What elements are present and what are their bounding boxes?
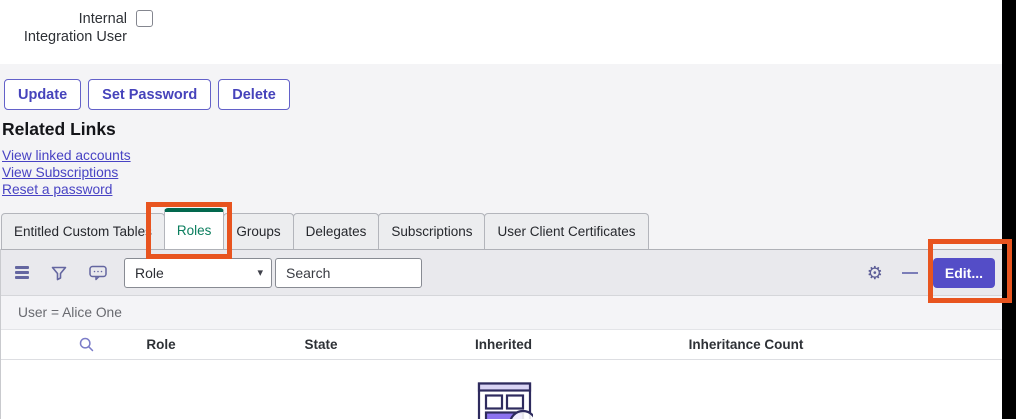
view-linked-accounts-link[interactable]: View linked accounts (2, 148, 131, 165)
search-column-select[interactable]: Role ▾ (124, 258, 272, 288)
list-empty-area (1, 360, 1002, 418)
breadcrumb-text: User = Alice One (18, 305, 122, 320)
no-records-illustration-icon (477, 382, 533, 419)
tab-entitled-custom-tables[interactable]: Entitled Custom Tables (1, 213, 165, 249)
column-header-state[interactable]: State (211, 337, 431, 352)
internal-integration-user-label: Internal Integration User (0, 10, 127, 46)
list-filter-breadcrumb[interactable]: User = Alice One (1, 296, 1002, 330)
search-column-value: Role (135, 265, 164, 281)
search-input[interactable] (275, 258, 422, 288)
internal-integration-user-checkbox[interactable] (136, 10, 153, 27)
minus-icon[interactable] (902, 272, 918, 274)
field-label-line1: Internal (79, 11, 127, 27)
view-subscriptions-link[interactable]: View Subscriptions (2, 165, 131, 182)
filter-icon[interactable] (51, 265, 67, 281)
column-search-icon[interactable] (61, 337, 111, 352)
reset-a-password-link[interactable]: Reset a password (2, 182, 131, 199)
column-header-role[interactable]: Role (111, 337, 211, 352)
form-action-buttons: Update Set Password Delete (4, 79, 290, 110)
list-header-row: Role State Inherited Inheritance Count (1, 330, 1002, 360)
delete-button[interactable]: Delete (218, 79, 290, 110)
tab-subscriptions[interactable]: Subscriptions (378, 213, 485, 249)
annotation-box-roles-tab (146, 202, 232, 259)
annotation-box-edit-button (928, 239, 1012, 303)
related-list-tabs: Entitled Custom Tables Roles Groups Dele… (2, 208, 649, 249)
chat-icon[interactable] (89, 265, 108, 281)
roles-list: Role ▾ ⚙ Edit... User = Alice One Role (0, 249, 1002, 419)
field-label-line2: Integration User (24, 29, 127, 45)
gear-icon[interactable]: ⚙ (867, 264, 883, 282)
set-password-button[interactable]: Set Password (88, 79, 211, 110)
related-links-list: View linked accounts View Subscriptions … (2, 148, 131, 198)
column-header-inherited[interactable]: Inherited (431, 337, 576, 352)
page: Internal Integration User Update Set Pas… (0, 0, 1016, 419)
column-header-inheritance-count[interactable]: Inheritance Count (576, 337, 916, 352)
list-menu-icon[interactable] (15, 264, 29, 282)
chevron-down-icon: ▾ (257, 266, 263, 279)
screenshot-black-edge (1002, 0, 1016, 419)
related-links-heading: Related Links (2, 119, 116, 140)
update-button[interactable]: Update (4, 79, 81, 110)
tab-groups[interactable]: Groups (223, 213, 293, 249)
tab-user-client-certificates[interactable]: User Client Certificates (484, 213, 648, 249)
toolbar-icon-group (15, 264, 108, 282)
tab-delegates[interactable]: Delegates (293, 213, 380, 249)
